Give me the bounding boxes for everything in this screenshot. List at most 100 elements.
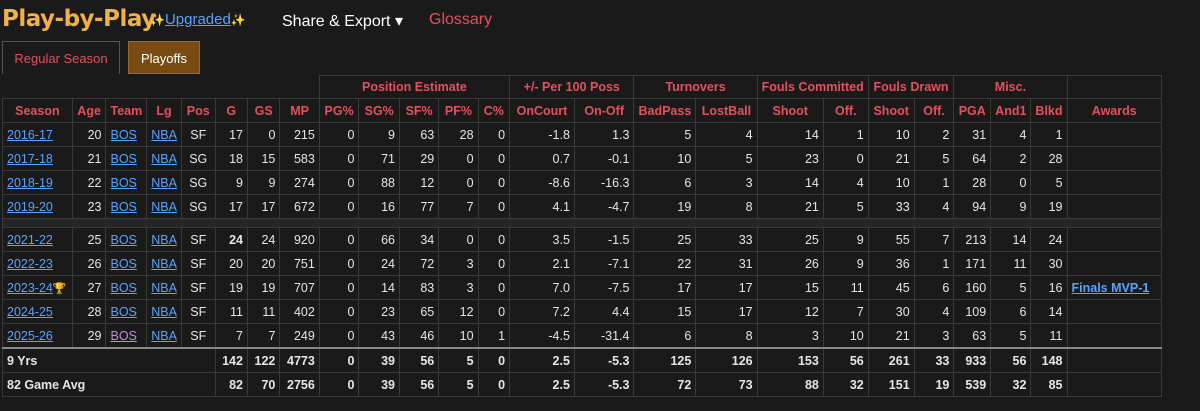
minutes-cell: 215	[279, 122, 320, 147]
column-header[interactable]: MP	[279, 98, 320, 123]
season-link[interactable]: 2017-18	[7, 152, 53, 166]
position-pct-cell: 16	[358, 194, 400, 219]
team-link[interactable]: BOS	[110, 200, 136, 214]
league-link[interactable]: NBA	[151, 233, 177, 247]
blkd-cell: 19	[1030, 194, 1068, 219]
column-header[interactable]: Off.	[913, 98, 955, 123]
award-link[interactable]: Finals MVP-1	[1072, 281, 1150, 295]
position-pct-cell: 72	[398, 251, 440, 276]
minutes-cell: 402	[279, 299, 320, 324]
column-header[interactable]: PG%	[318, 98, 360, 123]
position-pct-cell: 77	[398, 194, 440, 219]
fds-cell: 36	[867, 251, 915, 276]
league-link[interactable]: NBA	[151, 176, 177, 190]
season-link[interactable]: 2023-24	[7, 281, 53, 295]
season-link[interactable]: 2019-20	[7, 200, 53, 214]
position-pct-cell: 46	[398, 323, 440, 349]
column-header[interactable]: And1	[990, 98, 1032, 123]
column-header[interactable]: GS	[246, 98, 281, 123]
upgraded-link[interactable]: Upgraded	[165, 11, 231, 28]
team-link[interactable]: BOS	[110, 305, 136, 319]
and1-cell: 0	[990, 170, 1032, 195]
footer-pga-cell: 933	[953, 347, 992, 373]
season-link[interactable]: 2018-19	[7, 176, 53, 190]
tab-playoffs[interactable]: Playoffs	[128, 41, 200, 74]
league-cell: NBA	[146, 122, 182, 147]
oncourt-cell: 4.1	[509, 194, 575, 219]
team-link[interactable]: BOS	[110, 152, 136, 166]
footer-fcs-cell: 153	[756, 347, 824, 373]
footer-blkd-cell: 85	[1030, 372, 1068, 397]
league-link[interactable]: NBA	[151, 281, 177, 295]
column-header[interactable]: OnCourt	[509, 98, 575, 123]
season-link[interactable]: 2022-23	[7, 257, 53, 271]
onoff-cell: 4.4	[573, 299, 635, 324]
season-link[interactable]: 2021-22	[7, 233, 53, 247]
games-cell: 24	[214, 227, 248, 252]
column-header[interactable]: Off.	[822, 98, 869, 123]
position-pct-cell: 0	[477, 194, 511, 219]
column-header[interactable]: On-Off	[573, 98, 635, 123]
league-link[interactable]: NBA	[151, 329, 177, 343]
column-header[interactable]: Pos	[180, 98, 216, 123]
onoff-cell: 1.3	[573, 122, 635, 147]
column-header[interactable]: SG%	[358, 98, 400, 123]
fdo-cell: 6	[913, 275, 955, 300]
column-header[interactable]: SF%	[398, 98, 440, 123]
league-link[interactable]: NBA	[151, 152, 177, 166]
fcs-cell: 23	[756, 146, 824, 171]
footer-on-cell: 2.5	[509, 372, 575, 397]
column-header[interactable]: Blkd	[1030, 98, 1068, 123]
column-header[interactable]: LostBall	[695, 98, 758, 123]
column-header[interactable]: Lg	[146, 98, 182, 123]
group-turnovers: Turnovers	[633, 75, 758, 99]
team-link[interactable]: BOS	[110, 128, 136, 142]
awards-cell	[1066, 299, 1163, 324]
footer-sf-cell: 56	[398, 347, 440, 373]
column-header[interactable]: Shoot	[867, 98, 915, 123]
league-link[interactable]: NBA	[151, 128, 177, 142]
share-export-menu[interactable]: Share & Export ▾	[282, 11, 403, 31]
and1-cell: 2	[990, 146, 1032, 171]
season-link[interactable]: 2016-17	[7, 128, 53, 142]
league-link[interactable]: NBA	[151, 305, 177, 319]
column-header[interactable]: Shoot	[756, 98, 824, 123]
team-link[interactable]: BOS	[110, 329, 136, 343]
column-header[interactable]: Season	[2, 98, 73, 123]
table-row: 2025-26 29 BOS NBA SF 7 7 249 0 43 46 10 1 -4.5 -31.4 6…	[2, 323, 1163, 349]
oncourt-cell: -1.8	[509, 122, 575, 147]
glossary-link[interactable]: Glossary	[429, 11, 492, 29]
column-header[interactable]: G	[214, 98, 248, 123]
position-pct-cell: 14	[358, 275, 400, 300]
column-header[interactable]: BadPass	[633, 98, 697, 123]
oncourt-cell: -8.6	[509, 170, 575, 195]
league-link[interactable]: NBA	[151, 257, 177, 271]
position-pct-cell: 0	[318, 146, 360, 171]
footer-onoff-cell: -5.3	[573, 347, 635, 373]
position-pct-cell: 0	[438, 170, 479, 195]
tab-regular-season[interactable]: Regular Season	[2, 41, 120, 74]
league-cell: NBA	[146, 146, 182, 171]
column-header[interactable]: PF%	[438, 98, 479, 123]
group-fouls-drawn: Fouls Drawn	[867, 75, 955, 99]
fco-cell: 10	[822, 323, 869, 349]
league-link[interactable]: NBA	[151, 200, 177, 214]
team-cell: BOS	[105, 122, 148, 147]
team-link[interactable]: BOS	[110, 281, 136, 295]
column-header[interactable]: PGA	[953, 98, 992, 123]
season-cell: 2025-26	[2, 323, 73, 349]
season-link[interactable]: 2025-26	[7, 329, 53, 343]
season-link[interactable]: 2024-25	[7, 305, 53, 319]
position-pct-cell: 83	[398, 275, 440, 300]
column-header[interactable]: Awards	[1066, 98, 1163, 123]
blkd-cell: 11	[1030, 323, 1068, 349]
column-header[interactable]: Age	[71, 98, 107, 123]
team-cell: BOS	[105, 323, 148, 349]
team-link[interactable]: BOS	[110, 176, 136, 190]
column-header[interactable]: Team	[105, 98, 148, 123]
column-header[interactable]: C%	[477, 98, 511, 123]
team-link[interactable]: BOS	[110, 257, 136, 271]
games-started-cell: 24	[246, 227, 281, 252]
season-cell: 2016-17	[2, 122, 73, 147]
team-link[interactable]: BOS	[110, 233, 136, 247]
